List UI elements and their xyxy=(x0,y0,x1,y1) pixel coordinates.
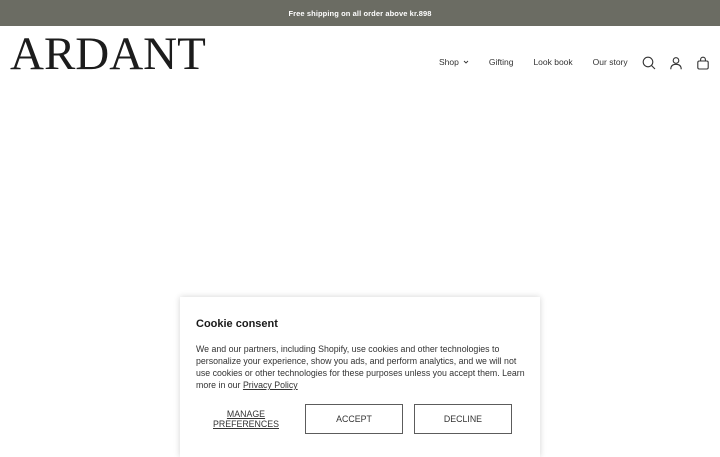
nav-item-look-book[interactable]: Look book xyxy=(533,57,572,67)
announcement-bar: Free shipping on all order above kr.898 xyxy=(0,0,720,26)
account-button[interactable] xyxy=(669,56,683,70)
brand-logo[interactable]: ARDANT xyxy=(10,31,206,78)
main-nav: Shop Gifting Look book Our story xyxy=(439,57,628,67)
nav-item-label: Gifting xyxy=(488,57,514,67)
nav-item-label: Our story xyxy=(592,57,628,67)
cart-icon xyxy=(697,56,709,70)
decline-button[interactable]: DECLINE xyxy=(414,404,512,434)
cookie-consent-dialog: Cookie consent We and our partners, incl… xyxy=(180,297,540,457)
account-icon xyxy=(670,57,682,70)
nav-item-shop[interactable]: Shop xyxy=(439,57,469,67)
announcement-text: Free shipping on all order above kr.898 xyxy=(288,8,432,18)
nav-item-label: Look book xyxy=(533,57,573,67)
header-icons xyxy=(642,56,710,70)
cookie-consent-title: Cookie consent xyxy=(196,318,278,330)
cookie-consent-actions: MANAGE PREFERENCES ACCEPT DECLINE xyxy=(196,404,526,434)
nav-item-our-story[interactable]: Our story xyxy=(593,57,628,67)
chevron-down-icon xyxy=(463,60,469,64)
cookie-consent-body: We and our partners, including Shopify, … xyxy=(196,343,526,391)
search-icon xyxy=(642,56,656,70)
search-button[interactable] xyxy=(642,56,656,70)
nav-item-gifting[interactable]: Gifting xyxy=(489,57,514,67)
accept-button[interactable]: ACCEPT xyxy=(305,404,403,434)
cart-button[interactable] xyxy=(696,56,710,70)
nav-item-label: Shop xyxy=(439,57,459,67)
manage-preferences-button[interactable]: MANAGE PREFERENCES xyxy=(196,404,296,434)
site-header: ARDANT Shop Gifting Look book Our story xyxy=(0,26,720,102)
privacy-policy-link[interactable]: Privacy Policy xyxy=(243,380,298,390)
